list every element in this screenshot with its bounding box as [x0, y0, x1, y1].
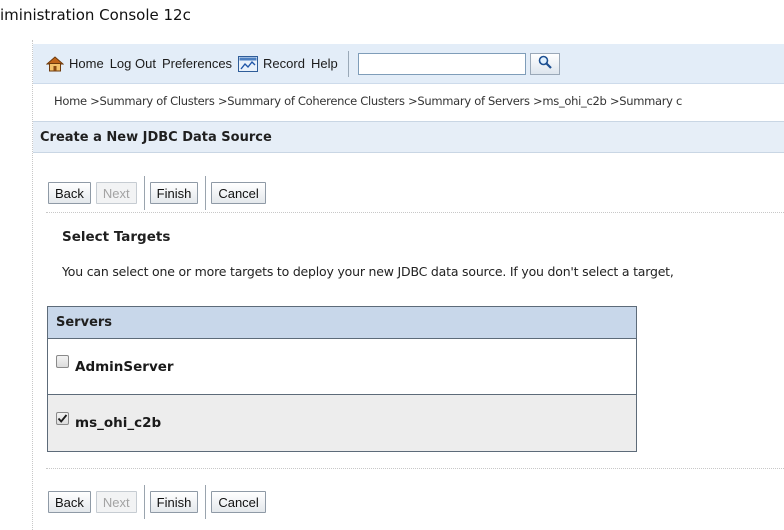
instructions-text: You can select one or more targets to de… — [62, 264, 674, 279]
button-divider — [205, 176, 207, 210]
search-input[interactable] — [357, 52, 526, 75]
finish-button[interactable]: Finish — [149, 491, 199, 513]
server-name: ms_ohi_c2b — [75, 415, 162, 431]
checkbox-adminserver[interactable] — [56, 355, 69, 368]
next-button[interactable]: Next — [95, 491, 137, 513]
table-row: AdminServer — [48, 339, 636, 395]
breadcrumb: Home >Summary of Clusters >Summary of Co… — [54, 94, 683, 108]
bottom-button-bar: Back Next Finish Cancel — [48, 485, 266, 519]
button-divider — [143, 485, 145, 519]
next-button[interactable]: Next — [95, 182, 137, 204]
breadcrumb-summary-of-coherence-clusters[interactable]: Summary of Coherence Clusters — [227, 94, 405, 108]
section-divider — [46, 212, 784, 213]
search-button[interactable] — [529, 52, 560, 75]
back-button[interactable]: Back — [48, 182, 91, 204]
cancel-button[interactable]: Cancel — [211, 491, 266, 513]
preferences-link[interactable]: Preferences — [162, 56, 232, 71]
help-link[interactable]: Help — [311, 56, 338, 71]
left-divider — [32, 40, 33, 530]
back-button[interactable]: Back — [48, 491, 91, 513]
home-label: Home — [69, 56, 104, 71]
breadcrumb-summary-truncated[interactable]: Summary c — [619, 94, 682, 108]
record-label: Record — [263, 56, 305, 71]
button-divider — [143, 176, 145, 210]
targets-table: Servers AdminServer ms_ohi_c2b — [47, 306, 637, 452]
home-link[interactable]: Home — [46, 55, 104, 72]
logout-link[interactable]: Log Out — [110, 56, 156, 71]
toolbar-divider — [347, 50, 349, 77]
record-link[interactable]: Record — [238, 55, 305, 72]
top-button-bar: Back Next Finish Cancel — [48, 176, 266, 210]
home-icon — [46, 55, 64, 72]
breadcrumb-ms-ohi-c2b[interactable]: ms_ohi_c2b — [542, 94, 606, 108]
breadcrumb-summary-of-servers[interactable]: Summary of Servers — [417, 94, 530, 108]
table-row: ms_ohi_c2b — [48, 395, 636, 451]
cancel-button[interactable]: Cancel — [211, 182, 266, 204]
search-icon — [538, 55, 552, 72]
section-divider — [46, 468, 784, 469]
finish-button[interactable]: Finish — [149, 182, 199, 204]
breadcrumb-home[interactable]: Home — [54, 94, 87, 108]
page-title: Create a New JDBC Data Source — [33, 121, 784, 153]
button-divider — [205, 485, 207, 519]
server-name: AdminServer — [75, 358, 174, 375]
app-title: iministration Console 12c — [0, 6, 191, 24]
section-title: Select Targets — [62, 229, 171, 245]
record-icon — [238, 55, 259, 72]
table-header-servers: Servers — [48, 307, 636, 339]
toolbar: Home Log Out Preferences Record Help — [33, 44, 784, 84]
check-icon — [57, 413, 68, 423]
breadcrumb-summary-of-clusters[interactable]: Summary of Clusters — [99, 94, 214, 108]
checkbox-ms-ohi-c2b[interactable] — [56, 411, 69, 425]
